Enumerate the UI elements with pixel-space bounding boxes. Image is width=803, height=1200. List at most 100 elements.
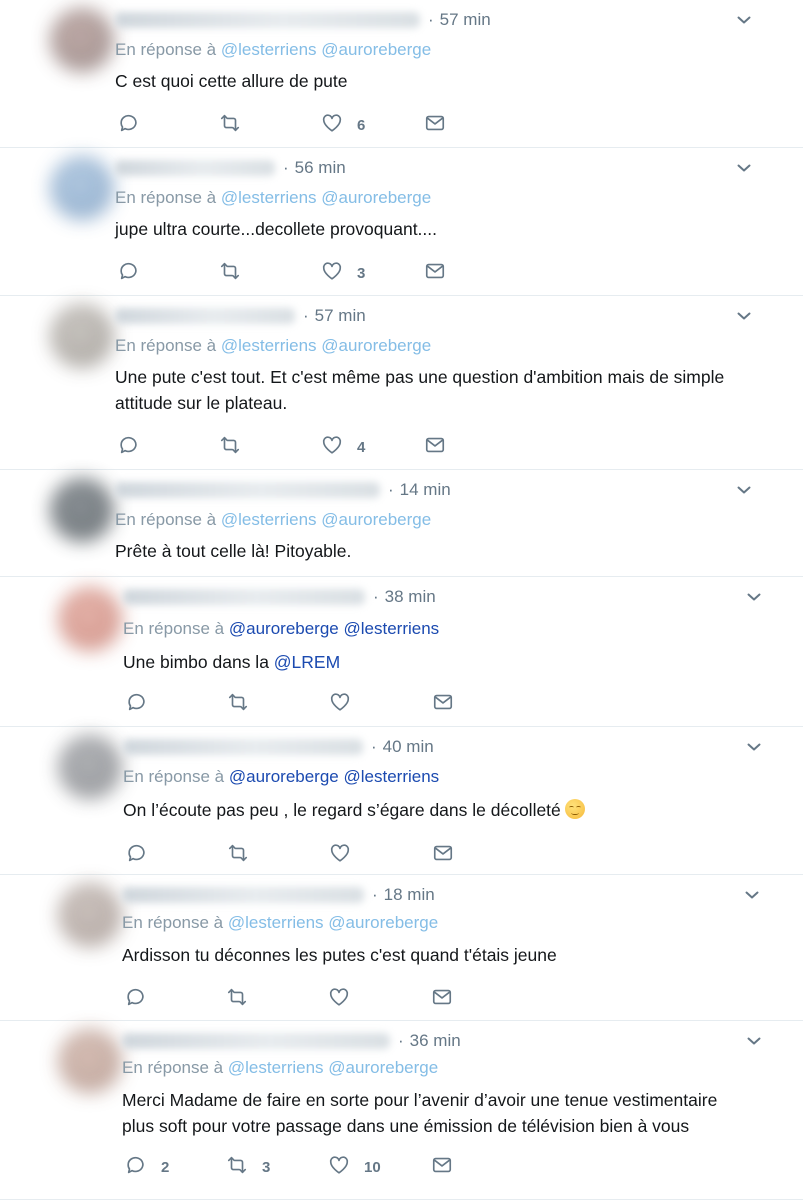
tweet-timestamp[interactable]: 38 min (385, 587, 436, 607)
tweet-card[interactable]: · 14 min En réponse à @lesterriens @aurore… (0, 470, 803, 577)
blurred-user-name[interactable] (122, 1033, 390, 1049)
chevron-down-icon[interactable] (736, 160, 752, 176)
tweet-timestamp[interactable]: 57 min (315, 306, 366, 326)
mention-link[interactable]: @lesterriens (221, 188, 317, 207)
reply-button[interactable] (118, 260, 140, 287)
retweet-button[interactable]: 3 (226, 1154, 270, 1181)
tweet-card[interactable]: · 57 min En réponse à @lesterriens @aurore… (0, 296, 803, 470)
tweet-card[interactable]: · 38 min En réponse à @auroreberge @lester… (0, 577, 803, 727)
direct-message-button[interactable] (431, 1154, 453, 1181)
mention-link[interactable]: @lesterriens (344, 767, 440, 786)
mention-link[interactable]: @auroreberge (229, 767, 339, 786)
mention-link[interactable]: @lesterriens (228, 913, 324, 932)
chevron-down-icon[interactable] (746, 589, 762, 605)
like-button[interactable] (328, 986, 350, 1013)
tweet-timestamp[interactable]: 36 min (410, 1031, 461, 1051)
avatar[interactable] (50, 8, 114, 72)
direct-message-button[interactable] (432, 691, 454, 718)
mention-link[interactable]: @lesterriens (228, 1058, 324, 1077)
chevron-down-icon[interactable] (746, 739, 762, 755)
avatar[interactable] (50, 304, 114, 368)
tweet-timestamp[interactable]: 57 min (440, 10, 491, 30)
direct-message-button[interactable] (424, 112, 446, 139)
direct-message-button[interactable] (424, 434, 446, 461)
reply-icon (126, 842, 148, 869)
mention-link[interactable]: @lesterriens (344, 619, 440, 638)
tweet-card[interactable]: · 57 min En réponse à @lesterriens @aurore… (0, 0, 803, 148)
mention-link[interactable]: @auroreberge (229, 619, 339, 638)
retweet-button[interactable] (219, 112, 241, 139)
avatar[interactable] (58, 735, 122, 799)
blurred-user-name[interactable] (123, 589, 365, 605)
like-count: 3 (357, 265, 366, 282)
reply-button[interactable]: 2 (125, 1154, 169, 1181)
chevron-down-icon[interactable] (736, 308, 752, 324)
tweet-text-content: Une bimbo dans la (123, 652, 274, 672)
tweet-text-line: Une bimbo dans la @LREM (123, 649, 773, 675)
like-button[interactable]: 4 (321, 434, 365, 461)
chevron-down-icon[interactable] (736, 12, 752, 28)
tweet-card[interactable]: · 56 min En réponse à @lesterriens @aurore… (0, 148, 803, 296)
mention-link[interactable]: @auroreberge (328, 1058, 438, 1077)
tweet-timestamp[interactable]: 18 min (384, 885, 435, 905)
reply-button[interactable] (118, 434, 140, 461)
mention-link[interactable]: @LREM (274, 652, 340, 672)
retweet-icon (219, 260, 241, 287)
tweet-card[interactable]: · 18 min En réponse à @lesterriens @aurore… (0, 875, 803, 1021)
reply-button[interactable] (126, 691, 148, 718)
tweet-actions (0, 691, 803, 715)
mention-link[interactable]: @auroreberge (321, 510, 431, 529)
direct-message-icon (424, 112, 446, 139)
mention-link[interactable]: @lesterriens (221, 336, 317, 355)
mention-link[interactable]: @auroreberge (321, 40, 431, 59)
like-button[interactable] (329, 842, 351, 869)
avatar[interactable] (58, 587, 122, 651)
reply-prefix: En réponse à (115, 188, 217, 207)
chevron-down-icon[interactable] (746, 1033, 762, 1049)
mention-link[interactable]: @lesterriens (221, 40, 317, 59)
separator-dot: · (428, 10, 434, 29)
retweet-button[interactable] (227, 842, 249, 869)
tweet-card[interactable]: · 40 min En réponse à @auroreberge @lester… (0, 727, 803, 875)
like-count: 10 (364, 1159, 381, 1176)
heart-icon (321, 112, 343, 139)
mention-link[interactable]: @auroreberge (328, 913, 438, 932)
retweet-button[interactable] (219, 260, 241, 287)
tweet-timestamp[interactable]: 14 min (400, 480, 451, 500)
tweet-timestamp[interactable]: 40 min (383, 737, 434, 757)
retweet-button[interactable] (227, 691, 249, 718)
avatar[interactable] (50, 478, 114, 542)
chevron-down-icon[interactable] (736, 482, 752, 498)
like-button[interactable]: 6 (321, 112, 365, 139)
reply-button[interactable] (126, 842, 148, 869)
like-button[interactable]: 10 (328, 1154, 381, 1181)
blurred-user-name[interactable] (115, 482, 380, 498)
avatar[interactable] (58, 1029, 122, 1093)
blurred-user-name[interactable] (115, 308, 295, 324)
mention-link[interactable]: @auroreberge (321, 336, 431, 355)
tweet-text-content: On l’écoute pas peu , le regard s’égare … (123, 800, 561, 820)
tweet-card[interactable]: · 36 min En réponse à @lesterriens @aurore… (0, 1021, 803, 1200)
mention-link[interactable]: @lesterriens (221, 510, 317, 529)
chevron-down-icon[interactable] (744, 887, 760, 903)
blurred-user-name[interactable] (115, 160, 275, 176)
retweet-button[interactable] (226, 986, 248, 1013)
tweet-timestamp[interactable]: 56 min (295, 158, 346, 178)
like-button[interactable] (329, 691, 351, 718)
blurred-user-name[interactable] (122, 887, 364, 903)
tweet-text-content: plus soft pour votre passage dans une ém… (122, 1116, 690, 1136)
like-button[interactable]: 3 (321, 260, 365, 287)
direct-message-button[interactable] (432, 842, 454, 869)
mention-link[interactable]: @auroreberge (321, 188, 431, 207)
blurred-user-name[interactable] (115, 12, 420, 28)
direct-message-button[interactable] (424, 260, 446, 287)
reply-button[interactable] (118, 112, 140, 139)
tweet-actions: 3 (0, 260, 803, 284)
reply-button[interactable] (125, 986, 147, 1013)
avatar[interactable] (50, 156, 114, 220)
tweet-text-content: Prête à tout celle là! Pitoyable. (115, 541, 352, 561)
avatar[interactable] (58, 883, 122, 947)
blurred-user-name[interactable] (123, 739, 363, 755)
retweet-button[interactable] (219, 434, 241, 461)
direct-message-button[interactable] (431, 986, 453, 1013)
